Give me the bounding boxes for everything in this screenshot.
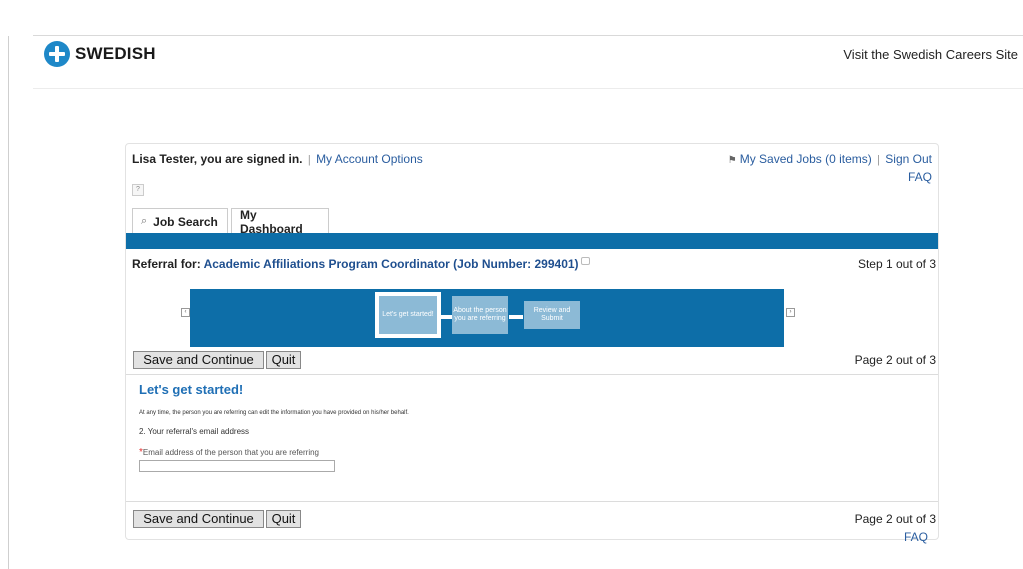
progress-connector (509, 315, 523, 319)
question-label: 2. Your referral's email address (139, 427, 250, 436)
step-indicator: Step 1 out of 3 (857, 257, 936, 271)
tab-my-dashboard[interactable]: My Dashboard (231, 207, 329, 236)
help-icon[interactable]: ? (132, 184, 144, 196)
referral-email-input[interactable] (139, 460, 335, 472)
quit-button-top[interactable]: Quit (266, 351, 301, 369)
edit-notice: At any time, the person you are referrin… (139, 410, 409, 416)
progress-prev-icon[interactable]: ‹ (181, 308, 190, 317)
logo-text: SWEDISH (75, 44, 156, 63)
header-bottom-divider (33, 88, 1023, 89)
signed-in-text: Lisa Tester, you are signed in. (132, 152, 303, 166)
swedish-logo[interactable]: SWEDISH (44, 40, 156, 68)
header-top-divider (33, 35, 1023, 36)
progress-step-2: About the person you are referring (452, 296, 508, 334)
referral-heading: Referral for: Academic Affiliations Prog… (132, 257, 590, 271)
referral-panel: Lisa Tester, you are signed in. | My Acc… (125, 143, 939, 540)
job-title: Academic Affiliations Program Coordinato… (203, 257, 579, 271)
tab-job-search-label: Job Search (153, 214, 218, 229)
comment-bubble-icon[interactable] (580, 257, 590, 265)
faq-link-bottom[interactable]: FAQ (904, 530, 928, 544)
page-indicator-top: Page 2 out of 3 (854, 353, 936, 367)
signed-in-status: Lisa Tester, you are signed in. | My Acc… (132, 152, 423, 166)
account-links: ⚑ My Saved Jobs (0 items) | Sign Out (728, 152, 932, 166)
separator: | (307, 154, 311, 166)
email-label-text: Email address of the person that you are… (142, 448, 319, 457)
tab-my-dashboard-label: My Dashboard (240, 207, 303, 236)
separator: | (877, 154, 880, 166)
section-divider (126, 374, 938, 375)
progress-tracker: Let's get started! About the person you … (190, 289, 784, 347)
faq-link-top[interactable]: FAQ (908, 170, 932, 184)
careers-site-link[interactable]: Visit the Swedish Careers Site (843, 47, 1018, 62)
progress-step-1: Let's get started! (375, 292, 441, 338)
swedish-cross-icon (44, 41, 70, 67)
save-continue-button-bottom[interactable]: Save and Continue (133, 510, 264, 528)
progress-connector (438, 315, 452, 319)
referral-prefix: Referral for: (132, 257, 201, 271)
save-continue-button-top[interactable]: Save and Continue (133, 351, 264, 369)
tab-content-bar (126, 233, 938, 249)
saved-jobs-link[interactable]: My Saved Jobs (0 items) (740, 152, 872, 166)
account-options-link[interactable]: My Account Options (316, 152, 423, 166)
email-field-label: *Email address of the person that you ar… (139, 447, 319, 458)
quit-button-bottom[interactable]: Quit (266, 510, 301, 528)
progress-next-icon[interactable]: › (786, 308, 795, 317)
progress-step-3: Review and Submit (524, 301, 580, 329)
tab-job-search[interactable]: ⌕ Job Search (132, 208, 228, 234)
sign-out-link[interactable]: Sign Out (885, 152, 932, 166)
page-frame-border (8, 36, 9, 569)
page-indicator-bottom: Page 2 out of 3 (854, 512, 936, 526)
search-icon: ⌕ (141, 215, 148, 227)
section-title: Let's get started! (139, 382, 244, 397)
section-divider (126, 501, 938, 502)
saved-jobs-flag-icon: ⚑ (727, 155, 737, 166)
